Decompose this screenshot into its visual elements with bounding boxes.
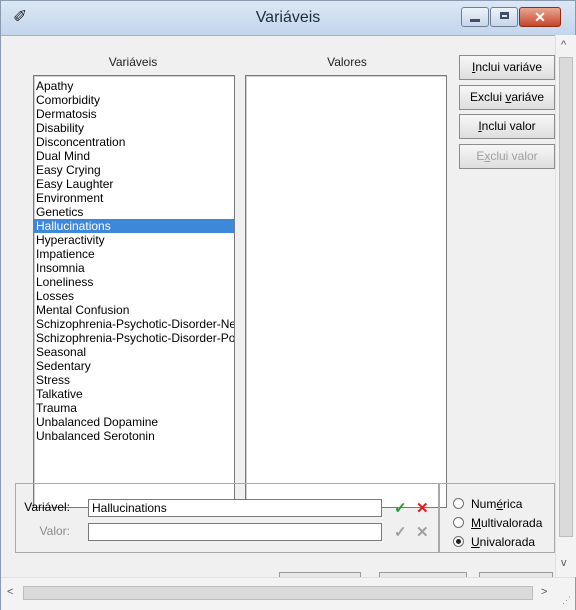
- list-item[interactable]: Disconcentration: [34, 135, 234, 149]
- list-item[interactable]: Hyperactivity: [34, 233, 234, 247]
- close-button[interactable]: ✕: [519, 7, 561, 27]
- numeric-radio[interactable]: Numérica: [453, 496, 522, 512]
- variables-header: Variáveis: [108, 55, 158, 69]
- vertical-scrollbar[interactable]: ^ v: [555, 35, 576, 577]
- list-item[interactable]: Genetics: [34, 205, 234, 219]
- list-item[interactable]: Dual Mind: [34, 149, 234, 163]
- list-item[interactable]: Seasonal: [34, 345, 234, 359]
- univalued-label-b: nivalorada: [479, 535, 536, 549]
- remove-variable-label-a: Exclui: [469, 90, 506, 104]
- list-item[interactable]: Sedentary: [34, 359, 234, 373]
- variable-input[interactable]: Hallucinations: [88, 499, 382, 517]
- variables-listbox[interactable]: Apathy Comorbidity Dermatosis Disability Dis…: [33, 75, 235, 508]
- remove-variable-button[interactable]: Exclui variáve: [459, 85, 555, 110]
- variables-dialog: ✐ Variáveis ✕ Variáveis Valores Apathy Co…: [0, 0, 576, 610]
- add-variable-button[interactable]: Inclui variáve: [459, 55, 555, 80]
- list-item[interactable]: Schizophrenia-Psychotic-Disorder-Neg: [34, 317, 234, 331]
- add-value-label-b: nclui valor: [481, 119, 536, 133]
- variable-edit-group: Variável: Hallucinations ✓ ✕ Valor: ✓ ✕: [15, 483, 439, 553]
- remove-variable-label-b: ariáve: [511, 90, 545, 104]
- list-item[interactable]: Environment: [34, 191, 234, 205]
- values-header: Valores: [327, 55, 367, 69]
- univalued-accel: U: [471, 535, 480, 549]
- list-item[interactable]: Easy Crying: [34, 163, 234, 177]
- scroll-down-arrow-icon[interactable]: v: [561, 557, 567, 569]
- minimize-button[interactable]: [461, 7, 489, 27]
- scroll-right-arrow-icon[interactable]: >: [541, 586, 547, 598]
- scroll-left-arrow-icon[interactable]: <: [7, 586, 13, 598]
- values-listbox[interactable]: [245, 75, 447, 508]
- multivalued-label-b: ultivalorada: [481, 516, 543, 530]
- confirm-variable-icon[interactable]: ✓: [394, 499, 407, 517]
- remove-value-button[interactable]: Exclui valor: [459, 144, 555, 169]
- list-item[interactable]: Talkative: [34, 387, 234, 401]
- list-item[interactable]: Mental Confusion: [34, 303, 234, 317]
- list-item[interactable]: Losses: [34, 289, 234, 303]
- univalued-radio[interactable]: Univalorada: [453, 534, 535, 550]
- value-input[interactable]: [88, 523, 382, 541]
- multivalued-radio-dot: [453, 517, 464, 529]
- title-bar[interactable]: ✐ Variáveis ✕: [1, 1, 575, 36]
- univalued-radio-dot: [453, 536, 464, 548]
- maximize-button[interactable]: [490, 7, 518, 27]
- dialog-body: Variáveis Valores Apathy Comorbidity Derma…: [7, 47, 555, 577]
- maximize-icon: [499, 12, 509, 19]
- value-label: Valor:: [39, 524, 70, 538]
- list-item[interactable]: Insomnia: [34, 261, 234, 275]
- resize-grip-icon[interactable]: ⋰: [562, 595, 571, 606]
- list-item[interactable]: Comorbidity: [34, 93, 234, 107]
- add-variable-label-b: nclui variáve: [475, 60, 543, 74]
- add-value-button[interactable]: Inclui valor: [459, 114, 555, 139]
- list-item[interactable]: Stress: [34, 373, 234, 387]
- cancel-variable-icon[interactable]: ✕: [416, 499, 429, 517]
- numeric-radio-dot: [453, 498, 464, 510]
- cancel-value-icon[interactable]: ✕: [416, 523, 429, 541]
- list-item[interactable]: Trauma: [34, 401, 234, 415]
- list-item[interactable]: Unbalanced Serotonin: [34, 429, 234, 443]
- list-item[interactable]: Dermatosis: [34, 107, 234, 121]
- close-icon: ✕: [534, 9, 546, 25]
- multivalued-accel: M: [471, 516, 481, 530]
- horizontal-scrollbar[interactable]: < > ⋰: [1, 577, 575, 610]
- list-item[interactable]: Loneliness: [34, 275, 234, 289]
- list-item[interactable]: Easy Laughter: [34, 177, 234, 191]
- scroll-up-arrow-icon[interactable]: ^: [561, 39, 566, 51]
- variable-label: Variável:: [24, 500, 70, 514]
- multivalued-radio[interactable]: Multivalorada: [453, 515, 542, 531]
- numeric-label-a: Num: [471, 497, 497, 511]
- list-item[interactable]: Impatience: [34, 247, 234, 261]
- list-item[interactable]: Schizophrenia-Psychotic-Disorder-Pos: [34, 331, 234, 345]
- vertical-scroll-thumb[interactable]: [559, 57, 573, 537]
- list-item[interactable]: Hallucinations: [34, 219, 234, 233]
- minimize-icon: [470, 19, 480, 22]
- remove-value-label-b: clui valor: [490, 149, 538, 163]
- list-item[interactable]: Disability: [34, 121, 234, 135]
- list-item[interactable]: Apathy: [34, 79, 234, 93]
- confirm-value-icon[interactable]: ✓: [394, 523, 407, 541]
- list-item[interactable]: Unbalanced Dopamine: [34, 415, 234, 429]
- horizontal-scroll-thumb[interactable]: [23, 586, 533, 600]
- numeric-label-b: rica: [503, 497, 523, 511]
